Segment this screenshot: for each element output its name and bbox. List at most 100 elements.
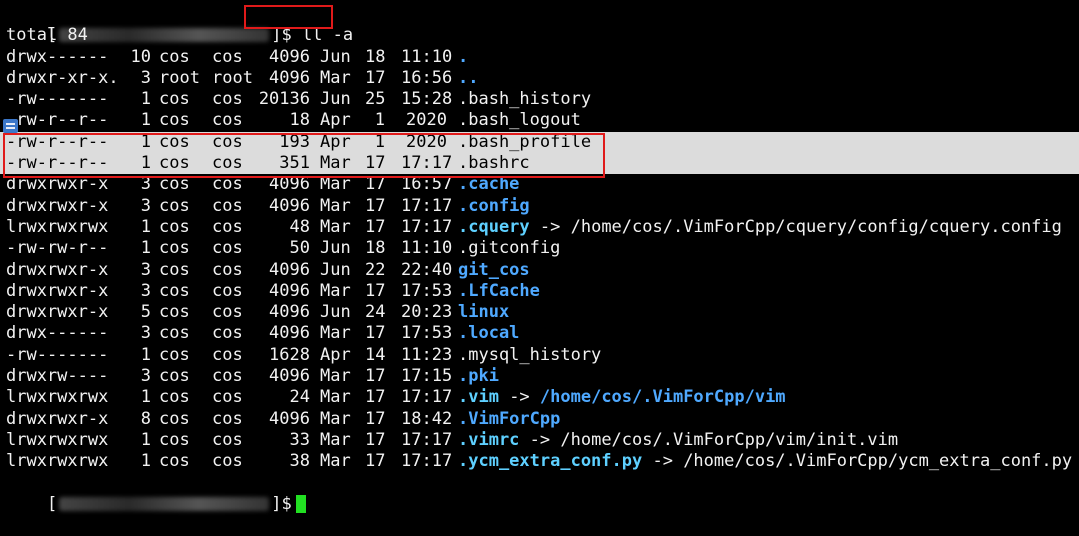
- listing-row: drwxrwxr-x 3 cos cos 4096 Mar 17 17:53 .LfCache: [0, 281, 1079, 302]
- perm-cell: drwxrwxr-x: [6, 302, 109, 323]
- time-cell: 11:10: [401, 238, 453, 259]
- owner-cell: cos: [159, 302, 190, 323]
- time-cell: 2020: [406, 110, 447, 131]
- listing-row: -rw------- 1 cos cos 1628 Apr 14 11:23 .mysql_hi…: [0, 345, 1079, 366]
- size-cell: 33: [289, 429, 310, 450]
- perm-cell: drwxrwxr-x: [6, 280, 109, 301]
- month-cell: Mar: [320, 174, 351, 195]
- directory-listing: drwx------ 10 cos cos 4096 Jun 18 11:10. drwxr-x…: [0, 47, 1079, 473]
- listing-row: drwxr-xr-x. 3 root root 4096 Mar 17 16:56..: [0, 68, 1079, 89]
- listing-row: drwxrw---- 3 cos cos 4096 Mar 17 17:15 .pki: [0, 366, 1079, 387]
- total-line: total 84: [6, 25, 88, 46]
- listing-row: lrwxrwxrwx 1 cos cos 38 Mar 17 17:17 .ycm_extra_…: [0, 451, 1079, 472]
- listing-row: drwxrwxr-x 3 cos cos 4096 Jun 22 22:40 git_cos: [0, 260, 1079, 281]
- links-cell: 1: [140, 110, 151, 131]
- size-cell: 4096: [269, 259, 310, 280]
- time-cell: 11:10: [401, 46, 453, 67]
- file-name: .VimForCpp: [458, 408, 561, 429]
- day-cell: 17: [365, 323, 386, 344]
- links-cell: 3: [140, 174, 151, 195]
- group-cell: cos: [212, 302, 243, 323]
- month-cell: Jun: [320, 89, 351, 110]
- file-name: linux: [458, 302, 510, 323]
- links-cell: 1: [140, 344, 151, 365]
- file-name: .bash_logout: [458, 110, 581, 131]
- month-cell: Apr: [320, 344, 351, 365]
- owner-cell: cos: [159, 238, 190, 259]
- size-cell: 18: [289, 110, 310, 131]
- group-cell: cos: [212, 131, 243, 152]
- size-cell: 4096: [269, 195, 310, 216]
- owner-cell: cos: [159, 323, 190, 344]
- day-cell: 17: [365, 280, 386, 301]
- month-cell: Jun: [320, 238, 351, 259]
- name-cell: linux: [458, 302, 509, 323]
- listing-row: lrwxrwxrwx 1 cos cos 24 Mar 17 17:17 .vim -> /ho…: [0, 387, 1079, 408]
- size-cell: 4096: [269, 174, 310, 195]
- name-cell: .config: [458, 196, 530, 217]
- links-cell: 5: [140, 302, 151, 323]
- day-cell: 14: [365, 344, 386, 365]
- perm-cell: -rw-------: [6, 89, 109, 110]
- file-name: .: [458, 46, 469, 67]
- prompt-line-active[interactable]: []$: [0, 473, 1079, 514]
- link-arrow: ->: [498, 387, 540, 408]
- file-name: .vim: [458, 387, 499, 408]
- file-name: .bashrc: [458, 153, 530, 174]
- file-name: .mysql_history: [458, 344, 602, 365]
- file-name: .gitconfig: [458, 238, 561, 259]
- group-cell: cos: [212, 174, 243, 195]
- time-cell: 17:17: [401, 429, 453, 450]
- prompt-suffix: ]$: [271, 493, 292, 514]
- owner-cell: cos: [159, 429, 190, 450]
- name-cell: .pki: [458, 366, 499, 387]
- listing-row: drwxrwxr-x 5 cos cos 4096 Jun 24 20:23 linux: [0, 302, 1079, 323]
- file-name: .vimrc: [458, 429, 520, 450]
- name-cell: .bash_logout: [458, 110, 581, 131]
- name-cell: .ycm_extra_conf.py -> /home/cos/.VimForC…: [458, 451, 1072, 472]
- name-cell: .mysql_history: [458, 345, 601, 366]
- size-cell: 20136: [258, 89, 310, 110]
- day-cell: 17: [365, 451, 386, 472]
- perm-cell: -rw-r--r--: [6, 110, 109, 131]
- listing-row: -rw-r--r-- 1 cos cos 193 Apr 1 2020 .bash_profil…: [0, 131, 1079, 154]
- month-cell: Apr: [320, 110, 351, 131]
- link-target: /home/cos/.VimForCpp/vim/init.vim: [560, 429, 899, 450]
- month-cell: Mar: [320, 429, 351, 450]
- owner-cell: cos: [159, 174, 190, 195]
- perm-cell: lrwxrwxrwx: [6, 429, 109, 450]
- owner-cell: cos: [159, 259, 190, 280]
- file-name: .config: [458, 195, 530, 216]
- links-cell: 3: [140, 366, 151, 387]
- terminal-window[interactable]: []$ ll -a total 84 drwx------ 10 cos cos 409…: [0, 0, 1079, 514]
- name-cell: .bash_profile: [458, 132, 591, 153]
- links-cell: 3: [140, 280, 151, 301]
- perm-cell: lrwxrwxrwx: [6, 387, 109, 408]
- time-cell: 16:57: [401, 174, 453, 195]
- day-cell: 1: [374, 110, 385, 131]
- day-cell: 25: [365, 89, 386, 110]
- links-cell: 1: [140, 429, 151, 450]
- time-cell: 18:42: [401, 408, 453, 429]
- owner-cell: cos: [159, 46, 190, 67]
- month-cell: Mar: [320, 67, 351, 88]
- file-name: .pki: [458, 366, 499, 387]
- time-cell: 17:17: [401, 195, 453, 216]
- day-cell: 17: [365, 153, 386, 174]
- links-cell: 8: [140, 408, 151, 429]
- perm-cell: lrwxrwxrwx: [6, 451, 109, 472]
- owner-cell: cos: [159, 110, 190, 131]
- time-cell: 17:15: [401, 366, 453, 387]
- perm-cell: lrwxrwxrwx: [6, 216, 109, 237]
- link-arrow: ->: [642, 451, 684, 472]
- file-name: .cache: [458, 174, 520, 195]
- name-cell: .bash_history: [458, 89, 591, 110]
- month-cell: Jun: [320, 46, 351, 67]
- group-cell: cos: [212, 387, 243, 408]
- day-cell: 17: [365, 216, 386, 237]
- size-cell: 48: [289, 216, 310, 237]
- size-cell: 4096: [269, 366, 310, 387]
- day-cell: 17: [365, 429, 386, 450]
- month-cell: Mar: [320, 195, 351, 216]
- size-cell: 4096: [269, 302, 310, 323]
